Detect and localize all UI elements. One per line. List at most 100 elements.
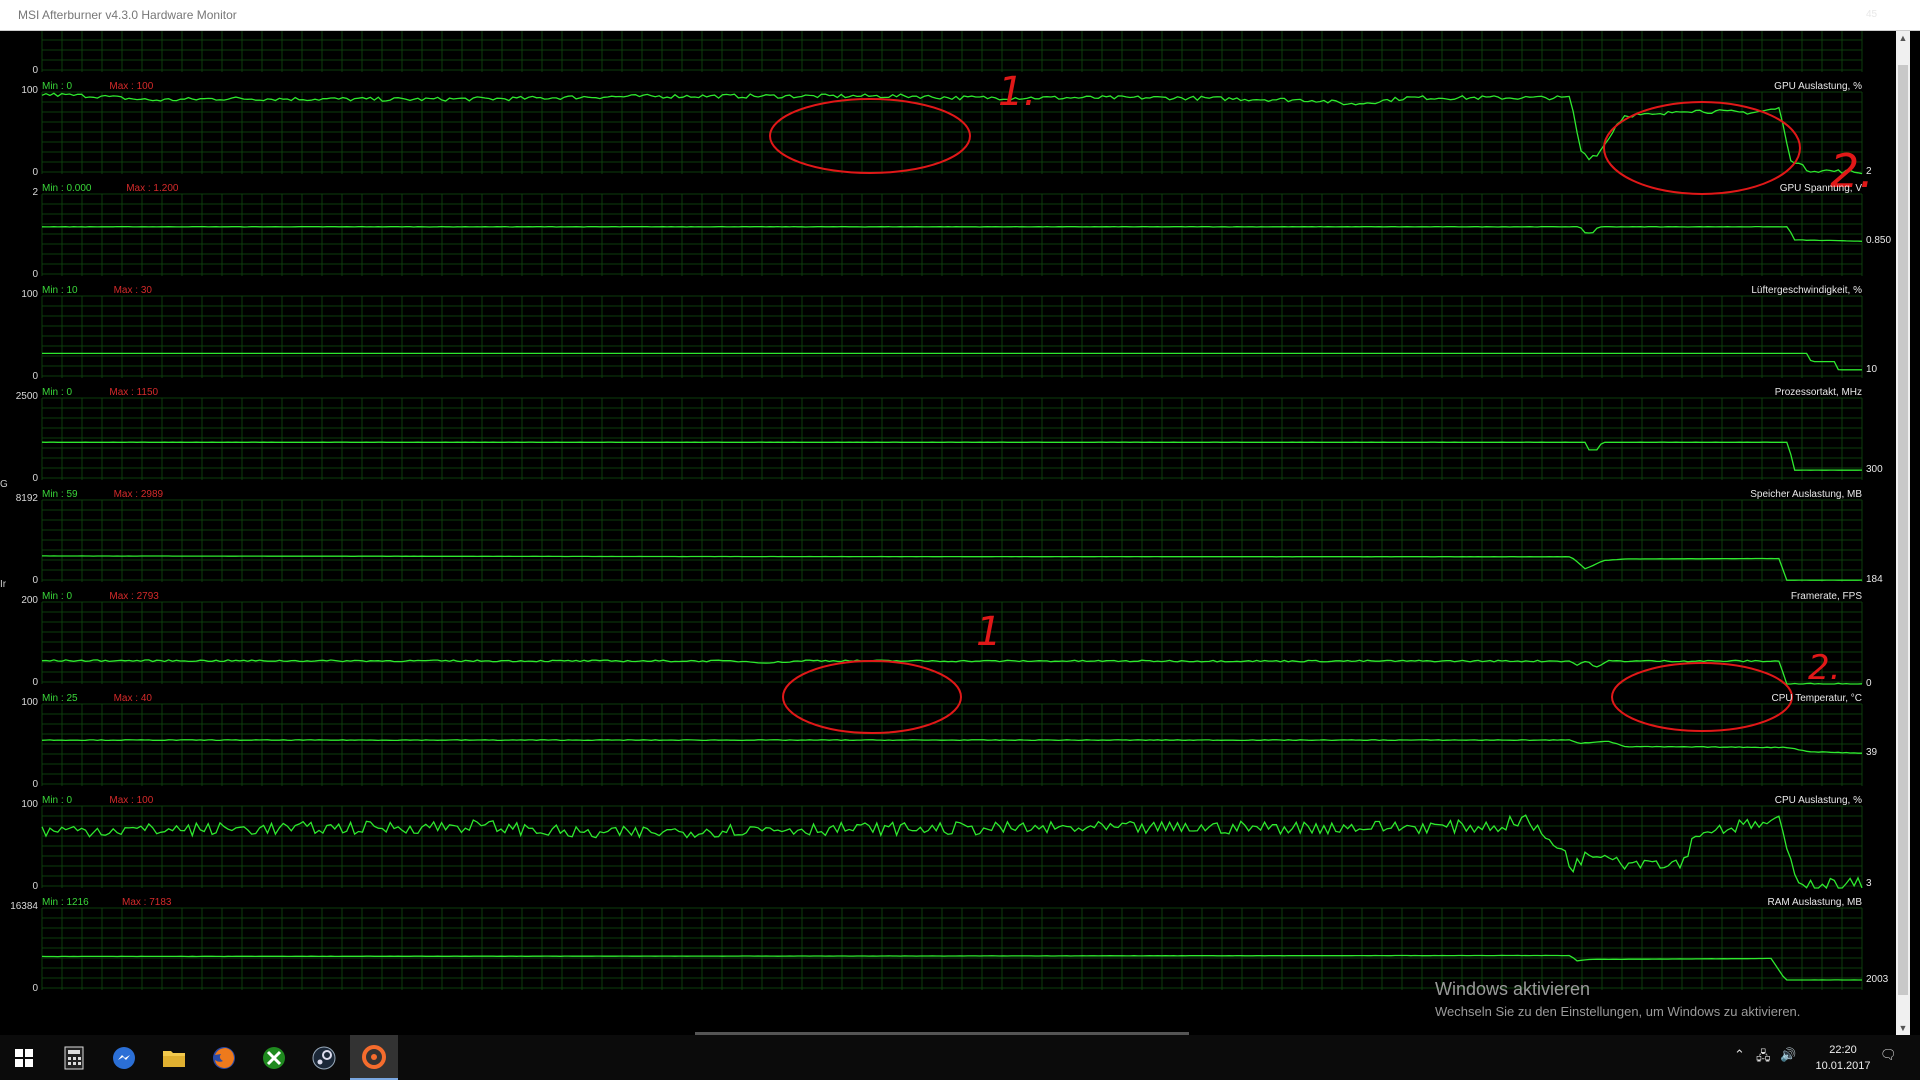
graph-grid <box>41 295 1863 378</box>
graph-line <box>41 739 1862 754</box>
taskbar-firefox[interactable] <box>200 1035 248 1080</box>
taskbar-calculator[interactable] <box>50 1035 98 1080</box>
graph-min-label: Min : 59 <box>42 489 78 500</box>
graph-ymin-label: 0 <box>32 677 38 688</box>
vertical-scrollbar[interactable]: ▲ ▼ <box>1896 31 1910 1035</box>
graph-current-value: 2 <box>1866 166 1872 178</box>
graph-name-label: Lüftergeschwindigkeit, % <box>1751 285 1862 296</box>
graph-current-value: 2003 <box>1866 973 1889 985</box>
graph-current-value: 0.850 <box>1866 235 1892 247</box>
graph-grid <box>41 91 1863 174</box>
graph-ymin-label: 0 <box>32 167 38 178</box>
graph-current-value: 39 <box>1866 747 1878 759</box>
taskbar-origin[interactable] <box>350 1035 398 1080</box>
graph-max-label: Max : 40 <box>113 693 152 704</box>
graph-ymax-label: 100 <box>21 289 38 300</box>
graph-grid <box>41 907 1863 990</box>
notification-center-icon[interactable]: 🗨 <box>1880 1047 1897 1063</box>
graph-current-value: 45 <box>1866 8 1878 20</box>
graph-max-label: Max : 2793 <box>109 591 159 602</box>
graph-min-label: Min : 0 <box>42 795 73 806</box>
network-icon[interactable]: 🖧 <box>1756 1047 1771 1069</box>
left-stub-label: G <box>0 479 8 490</box>
graph-min-label: Min : 25 <box>42 693 78 704</box>
graph-ymin-label: 0 <box>32 65 38 76</box>
graph-max-label: Max : 1.200 <box>126 183 179 194</box>
graph-grid <box>41 193 1863 276</box>
graph-ymax-label: 16384 <box>10 901 38 912</box>
graph-ymax-label: 8192 <box>15 493 38 504</box>
firefox-icon <box>213 1046 235 1069</box>
graph-max-label: Max : 7183 <box>122 897 172 908</box>
activation-subtitle: Wechseln Sie zu den Einstellungen, um Wi… <box>1435 1004 1801 1019</box>
windows-activation-watermark: Windows aktivieren Wechseln Sie zu den E… <box>1435 979 1800 1019</box>
clock-time: 22:20 <box>1829 1044 1857 1056</box>
graph-ymin-label: 0 <box>32 371 38 382</box>
graph-grid <box>41 601 1863 684</box>
graph-current-value: 184 <box>1866 574 1883 586</box>
graph-ymax-label: 100 <box>21 85 38 96</box>
graph-ymin-label: 0 <box>32 269 38 280</box>
messenger-icon <box>113 1046 135 1069</box>
taskbar-file-explorer[interactable] <box>150 1035 198 1080</box>
window-title: MSI Afterburner v4.3.0 Hardware Monitor <box>18 8 237 22</box>
graph-canvas: 1.2.12. <box>41 31 1874 990</box>
file-explorer-icon <box>163 1050 185 1067</box>
graph-name-label: GPU Spannung, V <box>1779 183 1862 194</box>
origin-icon <box>362 1044 386 1069</box>
clock-date: 10.01.2017 <box>1815 1060 1871 1072</box>
graph-name-label: GPU Auslastung, % <box>1774 81 1862 92</box>
graph-ymin-label: 0 <box>32 779 38 790</box>
chevron-up-icon[interactable]: ⌃ <box>1734 1047 1745 1063</box>
activation-title: Windows aktivieren <box>1435 979 1591 999</box>
graph-ymax-label: 2500 <box>15 391 38 402</box>
graph-name-label: Framerate, FPS <box>1790 591 1862 602</box>
taskbar-messenger[interactable] <box>100 1035 148 1080</box>
graph-name-label: CPU Auslastung, % <box>1774 795 1862 806</box>
scrollbar-thumb[interactable] <box>1898 65 1908 995</box>
graph-grid <box>41 805 1863 888</box>
graph-grid <box>41 31 1863 72</box>
taskbar-xbox[interactable] <box>250 1035 298 1080</box>
taskbar: ⌃ 🖧 🔊 22:20 10.01.2017 🗨 <box>0 1035 1920 1080</box>
graph-grid <box>41 499 1863 582</box>
graph-ymax-label: 200 <box>21 595 38 606</box>
graph-max-label: Max : 100 <box>109 795 154 806</box>
start-button[interactable] <box>0 1035 48 1080</box>
graph-ymin-label: 0 <box>32 881 38 892</box>
graph-grid <box>41 397 1863 480</box>
graph-current-value: 3 <box>1866 877 1872 889</box>
graph-min-label: Min : 0.000 <box>42 183 92 194</box>
left-stub-label: Ir <box>0 579 7 590</box>
clock[interactable]: 22:20 10.01.2017 <box>1808 1042 1878 1074</box>
graph-current-value: 10 <box>1866 363 1878 375</box>
graph-current-value: 0 <box>1866 678 1872 689</box>
graph-min-label: Min : 0 <box>42 81 73 92</box>
graph-current-value: 300 <box>1866 464 1883 476</box>
graph-min-label: Min : 0 <box>42 387 73 398</box>
graph-grid <box>41 703 1863 786</box>
hardware-monitor: 1.2.12. 100045Min : 0Max : 100GPU Auslas… <box>0 9 1920 1036</box>
graph-name-label: Prozessortakt, MHz <box>1774 387 1862 398</box>
graph-ymax-label: 100 <box>21 697 38 708</box>
volume-icon[interactable]: 🔊 <box>1780 1047 1796 1063</box>
scroll-down-icon[interactable]: ▼ <box>1896 1021 1910 1035</box>
graph-max-label: Max : 30 <box>113 285 152 296</box>
annotation-label: 2. <box>1808 648 1840 688</box>
start-icon <box>15 1048 33 1067</box>
scroll-up-icon[interactable]: ▲ <box>1896 31 1910 45</box>
graph-ymax-label: 100 <box>21 799 38 810</box>
graph-line <box>41 441 1863 471</box>
taskbar-steam[interactable] <box>300 1035 348 1080</box>
calculator-icon <box>64 1046 84 1069</box>
annotation-label: 1 <box>976 609 1001 655</box>
annotation-label: 1. <box>998 69 1036 115</box>
graph-ymin-label: 0 <box>32 983 38 994</box>
graph-min-label: Min : 1216 <box>42 897 89 908</box>
graph-min-label: Min : 0 <box>42 591 73 602</box>
graph-name-label: RAM Auslastung, MB <box>1767 897 1862 908</box>
graph-ymax-label: 2 <box>32 187 38 198</box>
graph-name-label: Speicher Auslastung, MB <box>1750 489 1862 500</box>
graph-max-label: Max : 1150 <box>109 387 159 398</box>
graph-max-label: Max : 2989 <box>113 489 164 500</box>
